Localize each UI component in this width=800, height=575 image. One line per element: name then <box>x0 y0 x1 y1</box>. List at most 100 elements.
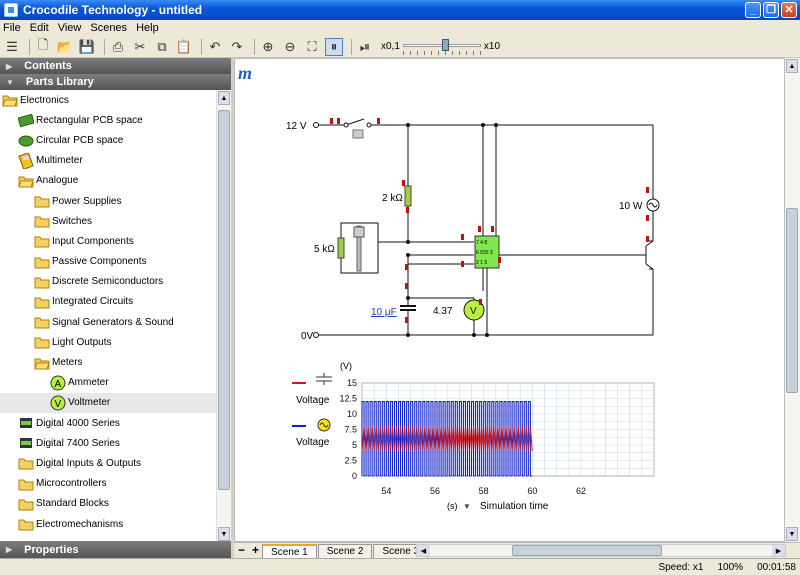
transistor-component[interactable] <box>645 240 654 270</box>
tree-item[interactable]: Integrated Circuits <box>0 292 216 312</box>
menu-file[interactable]: File <box>3 22 21 34</box>
tree-item[interactable]: Meters <box>0 352 216 372</box>
parts-tree: Electronics Rectangular PCB space Circular… <box>0 90 231 542</box>
tree-item[interactable]: Rectangular PCB space <box>0 110 216 130</box>
folder-icon <box>18 516 34 532</box>
contents-header[interactable]: ▶ Contents <box>0 58 231 74</box>
capacitor-value-link[interactable]: 10 μF <box>371 307 397 318</box>
junction-dots <box>406 123 498 337</box>
tree-item[interactable]: Light Outputs <box>0 332 216 352</box>
tree-item[interactable]: Electronics <box>0 90 216 110</box>
y-tick-label: 12.5 <box>339 394 357 404</box>
tree-item[interactable]: Switches <box>0 211 216 231</box>
tree-item[interactable]: Signal Generators & Sound <box>0 312 216 332</box>
zoom-in-icon[interactable]: ⊕ <box>259 38 277 56</box>
tree-item[interactable]: Digital 4000 Series <box>0 413 216 433</box>
tree-item[interactable]: Discrete Semiconductors <box>0 272 216 292</box>
paste-icon[interactable]: 📋 <box>175 38 193 56</box>
tab-scene-2[interactable]: Scene 2 <box>317 544 373 558</box>
lamp-component[interactable] <box>646 198 660 212</box>
close-button[interactable]: ✕ <box>781 2 797 18</box>
canvas-scrollbar[interactable]: ▲ ▼ <box>785 58 800 542</box>
tree-item[interactable]: Circular PCB space <box>0 130 216 150</box>
tree-item[interactable]: Electromechanisms <box>0 514 216 534</box>
y-tick-label: 5 <box>352 440 357 450</box>
speed-slider-thumb[interactable] <box>441 38 449 51</box>
ic-555[interactable]: 7 4 8 6 555 3 2 1 5 <box>474 235 500 269</box>
pause-icon[interactable]: ⏸ <box>325 37 343 56</box>
speed-max-label: x10 <box>483 41 501 52</box>
tree-item-label: Integrated Circuits <box>52 296 134 308</box>
scroll-up-icon[interactable]: ▲ <box>218 91 230 105</box>
scroll-right-icon[interactable]: ▶ <box>772 545 785 556</box>
capacitor-component[interactable] <box>400 298 416 316</box>
title-bar: Crocodile Technology - untitled _ ❐ ✕ <box>0 0 800 20</box>
menu-scenes[interactable]: Scenes <box>90 22 127 34</box>
save-icon[interactable]: 💾 <box>78 38 96 56</box>
hscroll-thumb[interactable] <box>512 545 662 556</box>
tree-item[interactable]: V Voltmeter <box>0 392 216 413</box>
zoom-out-icon[interactable]: ⊖ <box>281 38 299 56</box>
speed-slider[interactable] <box>402 38 481 56</box>
status-zoom: 100% <box>717 561 744 573</box>
scroll-thumb[interactable] <box>218 110 230 490</box>
remove-scene-button[interactable]: − <box>238 543 245 557</box>
tab-scene-1[interactable]: Scene 1 <box>262 544 317 558</box>
menu-view[interactable]: View <box>58 22 82 34</box>
tree-item[interactable]: Digital Inputs & Outputs <box>0 453 216 473</box>
scroll-left-icon[interactable]: ◀ <box>417 545 430 556</box>
scroll-down-icon[interactable]: ▼ <box>218 527 230 541</box>
status-time: 00:01:58 <box>757 561 796 573</box>
redo-icon[interactable]: ↷ <box>228 38 246 56</box>
scroll-up-icon[interactable]: ▲ <box>786 59 798 73</box>
scroll-thumb[interactable] <box>786 208 798 393</box>
scroll-down-icon[interactable]: ▼ <box>786 527 798 541</box>
restore-button[interactable]: ❐ <box>763 2 779 18</box>
tree-item[interactable]: Digital 7400 Series <box>0 433 216 453</box>
x-tick-label: 54 <box>381 486 391 496</box>
tree-item[interactable]: Microcontrollers <box>0 474 216 494</box>
menu-edit[interactable]: Edit <box>30 22 49 34</box>
graph-xaxis-dropdown-icon[interactable]: ▼ <box>463 502 471 511</box>
tree-item[interactable]: Multimeter <box>0 151 216 171</box>
open-folder-icon[interactable]: 📂 <box>56 38 74 56</box>
menu-help[interactable]: Help <box>136 22 159 34</box>
circuit-canvas[interactable]: m 12 V 0V 2 kΩ 5 kΩ 7 4 8 6 555 3 2 1 5 … <box>234 58 785 542</box>
voltmeter-reading: 4.37 <box>433 306 453 317</box>
y-tick-label: 0 <box>352 471 357 481</box>
supply-terminal-icon <box>313 122 319 128</box>
tree-scrollbar[interactable]: ▲ ▼ <box>216 90 231 542</box>
tree-item[interactable]: Standard Blocks <box>0 494 216 514</box>
tree-item[interactable]: Passive Components <box>0 252 216 272</box>
step-icon[interactable]: ⏯ <box>356 38 374 56</box>
parts-library-header[interactable]: ▼ Parts Library <box>0 74 231 90</box>
tree-item[interactable]: Power Supplies <box>0 191 216 211</box>
potentiometer[interactable] <box>337 225 365 272</box>
tree-item-label: Voltmeter <box>68 397 111 409</box>
add-scene-button[interactable]: + <box>252 543 259 557</box>
tree-item[interactable]: Input Components <box>0 231 216 251</box>
fit-view-icon[interactable]: ⛶ <box>303 38 321 56</box>
parts-icon[interactable]: ☰ <box>3 38 21 56</box>
contents-header-label: Contents <box>24 60 72 72</box>
mimic-logo: m <box>238 63 252 83</box>
cut-icon[interactable]: ✂ <box>131 38 149 56</box>
tree-item[interactable]: Analogue <box>0 171 216 191</box>
properties-header[interactable]: ▶ Properties <box>0 541 231 558</box>
undo-icon[interactable]: ↶ <box>206 38 224 56</box>
print-icon[interactable]: ⎙ <box>109 38 127 56</box>
tree-item[interactable]: A Ammeter <box>0 373 216 393</box>
copy-icon[interactable]: ⧉ <box>153 38 171 56</box>
minimize-button[interactable]: _ <box>745 2 761 18</box>
resistor-r1[interactable] <box>404 185 412 207</box>
canvas-hscrollbar[interactable]: ◀ ▶ <box>416 544 786 557</box>
switch-component[interactable] <box>343 118 372 139</box>
ic-pins-bot: 2 1 5 <box>476 260 487 266</box>
new-file-icon[interactable]: 🗋 <box>34 37 52 56</box>
tree-item-label: Passive Components <box>52 256 147 268</box>
ground-terminal-icon <box>313 332 319 338</box>
voltage-time-graph[interactable]: 0 2.5 5 7.5 10 12.5 15 54 56 58 60 62 <box>339 378 655 496</box>
app-icon <box>4 3 18 17</box>
ground-label: 0V <box>301 331 314 342</box>
parts-library-header-label: Parts Library <box>25 76 94 88</box>
